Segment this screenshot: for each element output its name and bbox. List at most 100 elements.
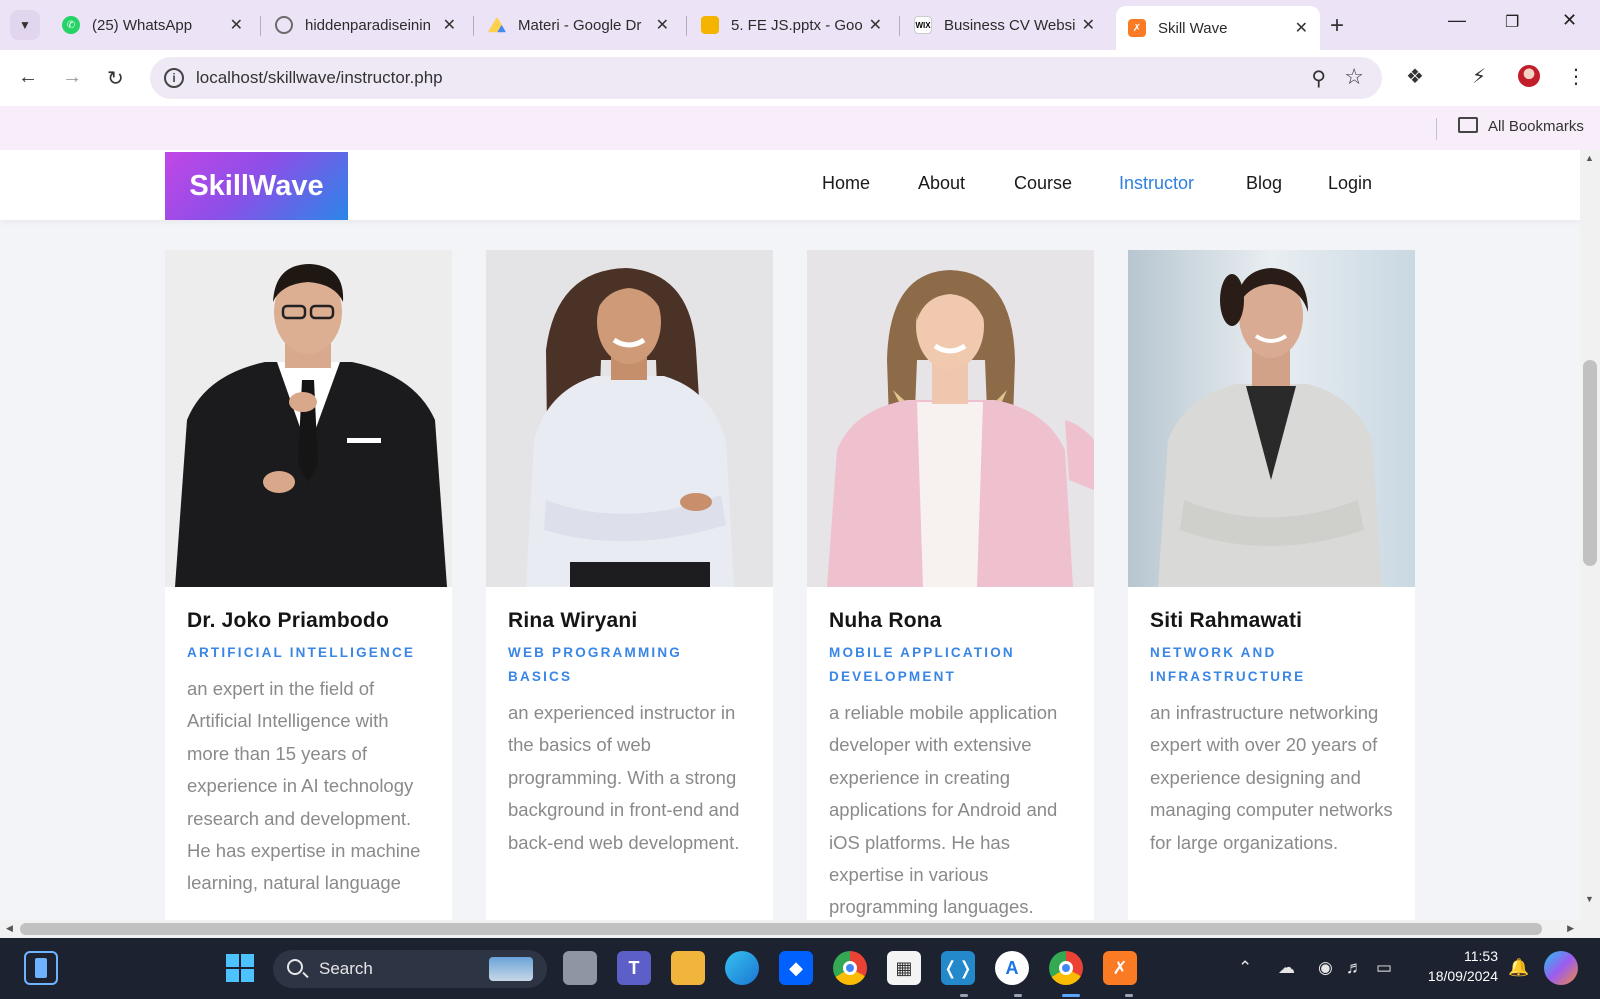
close-icon[interactable]: ✕ <box>443 15 456 35</box>
site-logo[interactable]: SkillWave <box>165 152 348 220</box>
scroll-right-arrow-icon[interactable]: ▶ <box>1567 923 1574 934</box>
reload-button[interactable]: ↻ <box>107 66 124 91</box>
chrome-profile-icon[interactable] <box>1049 951 1083 985</box>
tab-google-drive[interactable]: Materi - Google Dr ✕ <box>476 6 681 44</box>
close-icon[interactable]: ✕ <box>1082 15 1095 35</box>
minimize-button[interactable]: — <box>1448 10 1466 31</box>
url-text: localhost/skillwave/instructor.php <box>196 68 443 87</box>
windows-start-icon[interactable] <box>223 951 257 985</box>
instructor-specialty: WEB PROGRAMMING BASICS <box>508 645 682 684</box>
scrollbar-thumb[interactable] <box>1583 360 1597 566</box>
nav-blog[interactable]: Blog <box>1246 173 1282 194</box>
nav-instructor[interactable]: Instructor <box>1119 173 1194 194</box>
bookmarks-divider <box>1436 118 1437 140</box>
menu-kebab-icon[interactable]: ⋮ <box>1566 64 1586 89</box>
xampp-icon[interactable]: ✗ <box>1103 951 1137 985</box>
file-explorer-icon[interactable] <box>671 951 705 985</box>
google-drive-icon <box>488 16 506 33</box>
bookmarks-bar: All Bookmarks <box>0 106 1600 150</box>
profile-avatar[interactable] <box>1516 63 1542 89</box>
tab-google-slides[interactable]: 5. FE JS.pptx - Goo ✕ <box>689 6 894 44</box>
bookmark-star-icon[interactable]: ☆ <box>1344 64 1364 90</box>
instructor-photo <box>1128 250 1415 587</box>
instructor-name: Nuha Rona <box>829 609 942 632</box>
copilot-icon[interactable] <box>1544 951 1578 985</box>
scroll-up-arrow-icon[interactable]: ▲ <box>1585 153 1594 163</box>
teams-icon[interactable]: T <box>617 951 651 985</box>
running-indicator <box>1125 994 1133 997</box>
search-icon <box>287 959 303 975</box>
scrollbar-thumb[interactable] <box>20 923 1542 935</box>
tab-title: (25) WhatsApp <box>92 16 193 34</box>
wifi-icon[interactable]: ◉ <box>1318 958 1333 978</box>
windows-taskbar: Search T ◆ ▦ ❬❭ A ✗ ⌃ ☁ ◉ ♬ ▭ 11:53 18/0… <box>0 938 1600 999</box>
tab-title: Business CV Websi <box>944 16 1076 34</box>
instructor-specialty: ARTIFICIAL INTELLIGENCE <box>187 645 416 660</box>
close-icon[interactable]: ✕ <box>230 15 243 35</box>
browser-tab-bar: ▼ ✆ (25) WhatsApp ✕ hiddenparadiseinin ✕… <box>0 0 1600 50</box>
tab-wix[interactable]: WIX Business CV Websi ✕ <box>902 6 1107 44</box>
scrollbar-corner <box>1580 920 1600 938</box>
close-icon[interactable]: ✕ <box>869 15 882 35</box>
android-studio-icon[interactable]: A <box>995 951 1029 985</box>
whatsapp-icon: ✆ <box>62 16 80 34</box>
tab-separator <box>899 16 900 36</box>
battery-icon[interactable]: ▭ <box>1376 958 1392 978</box>
taskbar-search[interactable]: Search <box>273 950 547 988</box>
zoom-icon[interactable]: ⚲ <box>1311 66 1326 91</box>
instructor-photo <box>165 250 452 587</box>
extensions-icon[interactable]: ❖ <box>1406 64 1424 89</box>
edge-icon[interactable] <box>725 951 759 985</box>
browser-toolbar: ← → ↻ i localhost/skillwave/instructor.p… <box>0 50 1600 106</box>
chrome-icon[interactable] <box>833 951 867 985</box>
horizontal-scrollbar[interactable]: ◀ ▶ <box>0 920 1580 938</box>
microsoft-store-icon[interactable]: ▦ <box>887 951 921 985</box>
forward-button[interactable]: → <box>62 66 82 89</box>
globe-icon <box>275 16 293 34</box>
system-clock[interactable]: 11:53 18/09/2024 <box>1418 946 1498 986</box>
performance-icon[interactable]: ⚡ <box>1472 64 1486 89</box>
instructor-photo <box>807 250 1094 587</box>
vertical-scrollbar[interactable]: ▲ ▼ <box>1580 150 1600 920</box>
tab-skill-wave[interactable]: ✗ Skill Wave ✕ <box>1116 6 1320 50</box>
instructor-description: a reliable mobile application developer … <box>829 702 1058 918</box>
active-app-indicator <box>1062 994 1080 997</box>
cloud-icon[interactable]: ☁ <box>1278 958 1295 978</box>
nav-course[interactable]: Course <box>1014 173 1072 194</box>
site-info-icon[interactable]: i <box>164 68 184 88</box>
restore-button[interactable]: ❐ <box>1505 12 1519 32</box>
notification-bell-icon[interactable]: 🔔 <box>1508 958 1529 978</box>
instructor-name: Dr. Joko Priambodo <box>187 609 389 632</box>
nav-about[interactable]: About <box>918 173 965 194</box>
close-icon[interactable]: ✕ <box>1295 18 1308 38</box>
instructor-card: Siti Rahmawati NETWORK AND INFRASTRUCTUR… <box>1128 250 1415 920</box>
instructor-specialty: MOBILE APPLICATION DEVELOPMENT <box>829 645 1015 684</box>
tab-title: Materi - Google Dr <box>518 16 642 34</box>
scroll-left-arrow-icon[interactable]: ◀ <box>6 923 13 934</box>
back-button[interactable]: ← <box>18 66 38 89</box>
instructor-description: an experienced instructor in the basics … <box>508 702 740 853</box>
address-bar[interactable]: i localhost/skillwave/instructor.php ⚲ ☆ <box>150 57 1382 99</box>
tab-title: hiddenparadiseinin <box>305 16 431 34</box>
vscode-icon[interactable]: ❬❭ <box>941 951 975 985</box>
tab-separator <box>473 16 474 36</box>
folder-icon[interactable] <box>1458 117 1478 133</box>
chevron-up-icon[interactable]: ⌃ <box>1238 958 1252 978</box>
close-window-button[interactable]: ✕ <box>1562 10 1577 31</box>
nav-home[interactable]: Home <box>822 173 870 194</box>
task-view-icon[interactable] <box>563 951 597 985</box>
tab-search-button[interactable]: ▼ <box>10 10 40 40</box>
nav-login[interactable]: Login <box>1328 173 1372 194</box>
chevron-down-icon: ▼ <box>19 18 31 32</box>
new-tab-button[interactable]: + <box>1330 12 1344 40</box>
widgets-icon[interactable] <box>24 951 58 985</box>
scroll-down-arrow-icon[interactable]: ▼ <box>1585 894 1594 904</box>
dropbox-icon[interactable]: ◆ <box>779 951 813 985</box>
tab-whatsapp[interactable]: ✆ (25) WhatsApp ✕ <box>50 6 255 44</box>
volume-icon[interactable]: ♬ <box>1346 958 1363 978</box>
tab-hiddenparadise[interactable]: hiddenparadiseinin ✕ <box>263 6 468 44</box>
all-bookmarks-link[interactable]: All Bookmarks <box>1488 118 1584 135</box>
close-icon[interactable]: ✕ <box>656 15 669 35</box>
clock-time: 11:53 <box>1464 948 1498 964</box>
instructor-specialty: NETWORK AND INFRASTRUCTURE <box>1150 645 1306 684</box>
